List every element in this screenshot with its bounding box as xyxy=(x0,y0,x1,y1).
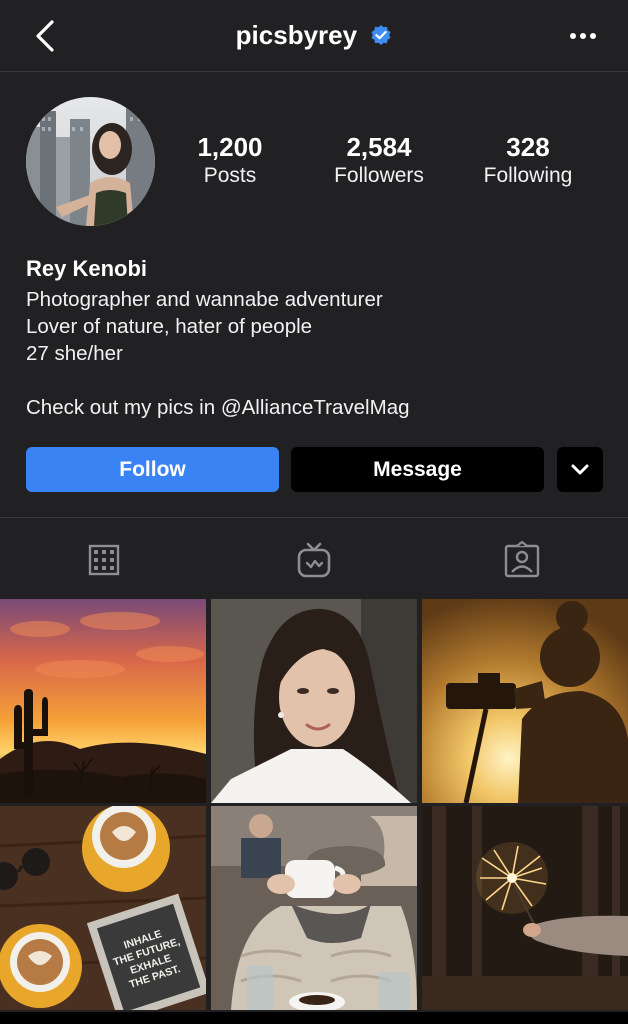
profile-avatar[interactable] xyxy=(26,97,155,226)
following-count-value: 328 xyxy=(506,132,550,162)
grid-icon[interactable] xyxy=(84,540,124,580)
suggested-accounts-button[interactable] xyxy=(557,447,603,492)
profile-username-title: picsbyrey xyxy=(0,20,628,51)
chevron-down-icon xyxy=(571,464,589,475)
posts-count: 1,200 Posts xyxy=(155,132,305,190)
bio-line: Lover of nature, hater of people xyxy=(26,315,313,338)
post-thumbnail-coffee-table[interactable]: INHALE THE FUTURE, EXHALE THE PAST. xyxy=(0,806,206,1010)
bio-line: 27 she/her xyxy=(26,342,123,365)
post-thumbnail-cafe-mug[interactable] xyxy=(211,806,417,1010)
following-count[interactable]: 328 Following xyxy=(453,132,603,190)
followers-count[interactable]: 2,584 Followers xyxy=(304,132,454,190)
profile-name: Rey Kenobi xyxy=(26,256,148,281)
bio-line xyxy=(26,367,410,394)
message-button[interactable]: Message xyxy=(291,447,544,492)
avatar-image xyxy=(26,97,155,226)
profile-tabs xyxy=(0,517,628,599)
post-thumbnail-sparkler[interactable] xyxy=(422,806,628,1010)
tagged-icon[interactable] xyxy=(502,540,542,580)
follow-button[interactable]: Follow xyxy=(26,447,279,492)
post-image: INHALE THE FUTURE, EXHALE THE PAST. xyxy=(0,806,206,1010)
post-image xyxy=(422,806,628,1010)
followers-count-value: 2,584 xyxy=(346,132,412,162)
bio-line-mention[interactable]: Check out my pics in @AllianceTravelMag xyxy=(26,394,410,421)
post-thumbnail-desert-sunset[interactable] xyxy=(0,599,206,803)
following-count-label: Following xyxy=(483,164,573,187)
posts-count-label: Posts xyxy=(203,164,257,187)
username: picsbyrey xyxy=(235,20,358,50)
top-bar: picsbyrey xyxy=(0,0,628,72)
post-image xyxy=(211,806,417,1010)
more-horizontal-icon[interactable] xyxy=(568,26,598,46)
followers-count-label: Followers xyxy=(334,164,424,187)
igtv-icon[interactable] xyxy=(294,540,334,580)
post-thumbnail-photographer[interactable] xyxy=(422,599,628,803)
profile-bio: Photographer and wannabe adventurer Love… xyxy=(26,286,410,421)
posts-grid: INHALE THE FUTURE, EXHALE THE PAST. xyxy=(0,599,628,1011)
bio-line: Photographer and wannabe adventurer xyxy=(26,288,383,311)
post-image xyxy=(211,599,417,803)
verified-badge-icon xyxy=(371,25,391,45)
post-thumbnail-portrait[interactable] xyxy=(211,599,417,803)
posts-count-value: 1,200 xyxy=(197,132,263,162)
post-image xyxy=(422,599,628,803)
post-image xyxy=(0,599,206,803)
home-indicator-bar xyxy=(0,1012,628,1024)
